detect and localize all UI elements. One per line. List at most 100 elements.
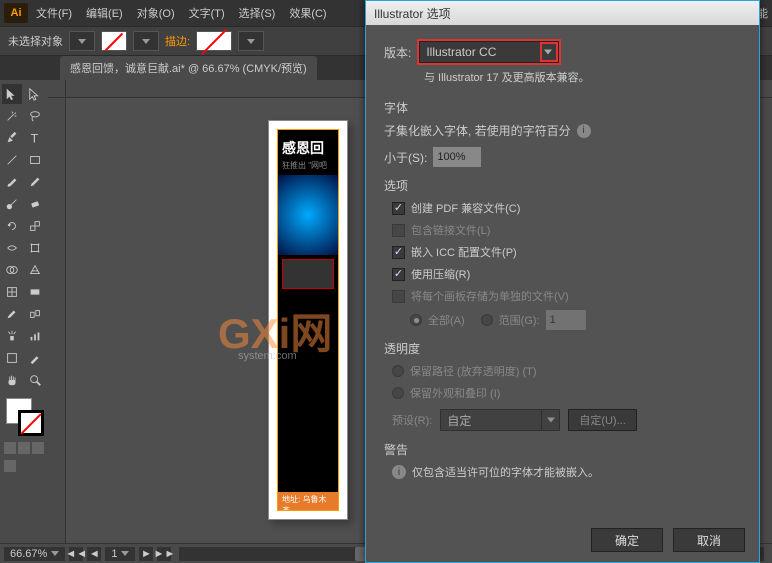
- menu-type[interactable]: 文字(T): [183, 2, 231, 24]
- checkbox-compress-label: 使用压缩(R): [411, 266, 470, 282]
- checkbox-links: [392, 224, 405, 237]
- range-input: [546, 310, 586, 330]
- rotate-tool[interactable]: [2, 216, 22, 236]
- nav-next[interactable]: ►: [139, 547, 153, 561]
- nav-prev[interactable]: ◄: [87, 547, 101, 561]
- fonts-desc: 子集化嵌入字体, 若使用的字符百分: [384, 122, 571, 139]
- screen-mode[interactable]: [4, 460, 16, 472]
- fill-swatch[interactable]: [101, 31, 127, 51]
- checkbox-links-label: 包含链接文件(L): [411, 222, 490, 238]
- dialog-footer: 确定 取消: [591, 528, 745, 552]
- lasso-tool[interactable]: [25, 106, 45, 126]
- chevron-down-icon: [142, 39, 150, 44]
- checkbox-pdf[interactable]: [392, 202, 405, 215]
- mesh-tool[interactable]: [2, 282, 22, 302]
- document-tab[interactable]: 感恩回馈，诚意巨献.ai* @ 66.67% (CMYK/预览): [60, 56, 317, 80]
- free-transform-tool[interactable]: [25, 238, 45, 258]
- blob-brush-tool[interactable]: [2, 194, 22, 214]
- info-icon[interactable]: i: [577, 124, 591, 138]
- radio-range: [481, 314, 493, 326]
- selection-label: 未选择对象: [8, 33, 63, 49]
- version-label: 版本:: [384, 44, 411, 61]
- options-section-title: 选项: [384, 177, 741, 194]
- line-tool[interactable]: [2, 150, 22, 170]
- chevron-down-icon: [121, 551, 129, 556]
- width-tool[interactable]: [2, 238, 22, 258]
- zoom-field[interactable]: 66.67%: [4, 547, 65, 561]
- checkbox-icc[interactable]: [392, 246, 405, 259]
- gradient-tool[interactable]: [25, 282, 45, 302]
- paintbrush-tool[interactable]: [2, 172, 22, 192]
- draw-inside[interactable]: [32, 442, 44, 454]
- pen-tool[interactable]: [2, 128, 22, 148]
- menu-effect[interactable]: 效果(C): [283, 2, 332, 24]
- dialog-titlebar[interactable]: Illustrator 选项: [366, 1, 759, 25]
- type-tool[interactable]: T: [25, 128, 45, 148]
- custom-button: 自定(U)...: [568, 409, 636, 431]
- symbol-sprayer-tool[interactable]: [2, 326, 22, 346]
- direct-selection-tool[interactable]: [25, 84, 45, 104]
- checkbox-compress[interactable]: [392, 268, 405, 281]
- slice-tool[interactable]: [25, 348, 45, 368]
- chevron-down-icon: [547, 418, 555, 423]
- artboard[interactable]: 感恩回 狂推出 "网吧 地址: 乌鲁木齐: [268, 120, 348, 520]
- radio-flatten: [392, 387, 404, 399]
- magic-wand-tool[interactable]: [2, 106, 22, 126]
- draw-behind[interactable]: [18, 442, 30, 454]
- dialog-body: 版本: Illustrator CC 与 Illustrator 17 及更高版…: [366, 25, 759, 496]
- version-dropdown[interactable]: Illustrator CC: [419, 41, 559, 63]
- scale-tool[interactable]: [25, 216, 45, 236]
- selection-tool[interactable]: [2, 84, 22, 104]
- ai-logo: Ai: [4, 3, 28, 23]
- artboard-tool[interactable]: [2, 348, 22, 368]
- transparency-section-title: 透明度: [384, 340, 741, 357]
- checkbox-icc-label: 嵌入 ICC 配置文件(P): [411, 244, 517, 260]
- blend-tool[interactable]: [25, 304, 45, 324]
- hand-tool[interactable]: [2, 370, 22, 390]
- cancel-button[interactable]: 取消: [673, 528, 745, 552]
- chevron-down-icon: [544, 50, 552, 55]
- chevron-down-icon: [51, 551, 59, 556]
- stroke-label: 描边:: [165, 33, 190, 49]
- eraser-tool[interactable]: [25, 194, 45, 214]
- opacity-dropdown[interactable]: [238, 31, 264, 51]
- fonts-percent-input[interactable]: [433, 147, 481, 167]
- illustrator-options-dialog: Illustrator 选项 版本: Illustrator CC 与 Illu…: [365, 0, 760, 563]
- fonts-below-label: 小于(S):: [384, 149, 427, 166]
- vertical-scrollbar[interactable]: [758, 98, 772, 543]
- artwork-keyboard: [282, 259, 334, 289]
- warning-section-title: 警告: [384, 441, 741, 458]
- checkbox-pdf-label: 创建 PDF 兼容文件(C): [411, 200, 520, 216]
- checkbox-artboards-label: 将每个画板存储为单独的文件(V): [411, 288, 569, 304]
- ruler-vertical[interactable]: [48, 98, 66, 543]
- compat-text: 与 Illustrator 17 及更高版本兼容。: [424, 69, 741, 85]
- artwork-graphic: [278, 175, 338, 255]
- nav-first[interactable]: ◄◄: [69, 547, 83, 561]
- dropdown-arrow[interactable]: [540, 42, 558, 62]
- color-picker[interactable]: [2, 398, 46, 438]
- radio-flatten-label: 保留外观和叠印 (I): [410, 385, 500, 401]
- fill-dropdown[interactable]: [69, 31, 95, 51]
- shape-builder-tool[interactable]: [2, 260, 22, 280]
- perspective-tool[interactable]: [25, 260, 45, 280]
- pencil-tool[interactable]: [25, 172, 45, 192]
- menu-file[interactable]: 文件(F): [30, 2, 78, 24]
- menu-edit[interactable]: 编辑(E): [80, 2, 129, 24]
- stroke-swatch[interactable]: [196, 31, 232, 51]
- ok-button[interactable]: 确定: [591, 528, 663, 552]
- draw-normal[interactable]: [4, 442, 16, 454]
- tool-panel: T: [0, 80, 48, 543]
- stroke-color[interactable]: [18, 410, 44, 436]
- warning-text: 仅包含适当许可位的字体才能被嵌入。: [412, 464, 599, 480]
- rectangle-tool[interactable]: [25, 150, 45, 170]
- graph-tool[interactable]: [25, 326, 45, 346]
- stroke-dropdown[interactable]: [133, 31, 159, 51]
- eyedropper-tool[interactable]: [2, 304, 22, 324]
- nav-last[interactable]: ►►: [157, 547, 171, 561]
- page-field[interactable]: 1: [105, 547, 135, 561]
- menu-object[interactable]: 对象(O): [131, 2, 181, 24]
- zoom-value: 66.67%: [10, 548, 47, 560]
- radio-all: [410, 314, 422, 326]
- zoom-tool[interactable]: [25, 370, 45, 390]
- menu-select[interactable]: 选择(S): [233, 2, 282, 24]
